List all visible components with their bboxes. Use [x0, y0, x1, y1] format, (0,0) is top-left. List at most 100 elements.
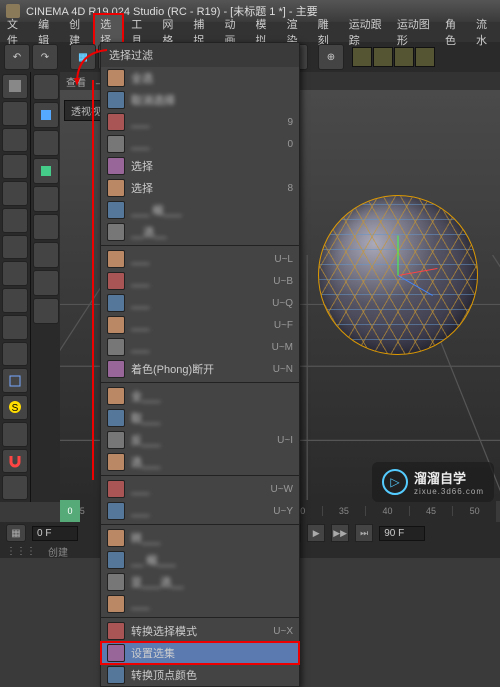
menu-item[interactable]: ___U~B: [101, 270, 299, 292]
frame-end-field[interactable]: 90 F: [379, 526, 425, 541]
menu-motiontrack[interactable]: 运动跟踪: [342, 13, 390, 51]
menu-item-shortcut: U~L: [274, 254, 293, 265]
camera-obj[interactable]: [33, 270, 59, 296]
render-region-button[interactable]: [373, 47, 393, 67]
environment[interactable]: [33, 242, 59, 268]
cube-primitive[interactable]: [33, 102, 59, 128]
menu-item[interactable]: 转换选择模式U~X: [101, 620, 299, 642]
planar-workplane[interactable]: [2, 475, 28, 500]
menu-item[interactable]: 取消选择: [101, 89, 299, 111]
deformer[interactable]: [33, 214, 59, 240]
locked-workplane[interactable]: [2, 422, 28, 447]
subdivsurf[interactable]: [33, 158, 59, 184]
picture-viewer-button[interactable]: [415, 47, 435, 67]
array-gen[interactable]: [33, 186, 59, 212]
menu-item[interactable]: ___U~M: [101, 336, 299, 358]
menu-item-label: ___: [131, 253, 268, 265]
menu-item-shortcut: 0: [287, 139, 293, 150]
menu-item[interactable]: 取___: [101, 407, 299, 429]
snap-toggle[interactable]: [2, 368, 28, 393]
model-mode[interactable]: [2, 74, 28, 99]
menu-mograph[interactable]: 运动图形: [390, 13, 438, 51]
menu-item[interactable]: ___U~Q: [101, 292, 299, 314]
viewport-solo[interactable]: [2, 342, 28, 367]
menu-item-icon: [107, 201, 125, 219]
uvpoint-mode[interactable]: [2, 288, 28, 313]
menu-item-label: ___: [131, 319, 268, 331]
menu-item[interactable]: ___0: [101, 133, 299, 155]
live-select-tool[interactable]: ▦: [70, 44, 96, 70]
watermark-logo-icon: ▷: [382, 469, 408, 495]
menu-item-icon: [107, 69, 125, 87]
view-menu-view[interactable]: 查看: [66, 74, 86, 88]
timeline-playhead[interactable]: 0: [60, 500, 80, 522]
sphere-object[interactable]: [318, 195, 478, 355]
timeline-tick: 45: [409, 506, 453, 516]
mode-column: S: [0, 72, 30, 502]
next-key-button[interactable]: ▶▶: [331, 524, 349, 542]
menu-item-icon: [107, 250, 125, 268]
menu-character[interactable]: 角色: [438, 13, 469, 51]
menu-item[interactable]: __选__: [101, 221, 299, 243]
menu-item-icon: [107, 644, 125, 662]
spline-pen[interactable]: [33, 130, 59, 156]
undo-button[interactable]: ↶: [4, 44, 30, 70]
menu-item[interactable]: ___ U~L: [101, 248, 299, 270]
tweak-mode[interactable]: [2, 315, 28, 340]
status-create-label[interactable]: 创建: [48, 544, 68, 559]
menu-item[interactable]: ___U~W: [101, 478, 299, 500]
menu-item[interactable]: ___9: [101, 111, 299, 133]
gizmo-z[interactable]: [398, 275, 433, 296]
texture-mode[interactable]: [2, 128, 28, 153]
axis-mode[interactable]: [2, 235, 28, 260]
magnet-tool[interactable]: [2, 449, 28, 474]
menu-item-label: 设置选集: [131, 645, 287, 661]
menu-item[interactable]: 全选: [101, 67, 299, 89]
menu-item-icon: [107, 360, 125, 378]
menu-item[interactable]: 选择8: [101, 177, 299, 199]
svg-text:S: S: [12, 403, 19, 414]
menu-item[interactable]: 显___选__: [101, 571, 299, 593]
light-obj[interactable]: [33, 298, 59, 324]
menu-separator: [101, 524, 299, 525]
menu-item[interactable]: 设置选集: [101, 642, 299, 664]
menu-item[interactable]: ___ 缩___: [101, 199, 299, 221]
menu-item[interactable]: 转___: [101, 527, 299, 549]
uvpoly-mode[interactable]: [2, 261, 28, 286]
menu-item-icon: [107, 595, 125, 613]
status-grid-icon: ⋮⋮⋮: [6, 546, 36, 557]
poly-mode[interactable]: [2, 208, 28, 233]
workplane[interactable]: S: [2, 395, 28, 420]
object-mode[interactable]: [2, 101, 28, 126]
menu-item[interactable]: ___U~F: [101, 314, 299, 336]
menu-item[interactable]: 全___: [101, 385, 299, 407]
menu-item-icon: [107, 666, 125, 684]
gizmo-y[interactable]: [398, 236, 399, 276]
menu-pipeline[interactable]: 流水: [469, 13, 500, 51]
menu-item-icon: [107, 223, 125, 241]
render-settings-button[interactable]: [394, 47, 414, 67]
next-frame-button[interactable]: ▶: [307, 524, 325, 542]
menu-item[interactable]: __ 缩___: [101, 549, 299, 571]
menu-separator: [101, 382, 299, 383]
menu-item[interactable]: ___: [101, 593, 299, 615]
menu-item-label: 选择: [131, 180, 281, 196]
point-mode[interactable]: [2, 154, 28, 179]
menu-item[interactable]: ___U~Y: [101, 500, 299, 522]
coord-system[interactable]: ⊕: [318, 44, 344, 70]
render-view-button[interactable]: [352, 47, 372, 67]
edge-mode[interactable]: [2, 181, 28, 206]
frame-start-field[interactable]: 0 F: [32, 526, 78, 541]
goto-end-button[interactable]: ⏭: [355, 524, 373, 542]
menu-item-label: 选___: [131, 454, 287, 470]
menu-item[interactable]: 反___U~I: [101, 429, 299, 451]
menu-item-label: ___: [131, 275, 267, 287]
gizmo-x[interactable]: [398, 268, 438, 276]
make-editable[interactable]: [33, 74, 59, 100]
menu-item[interactable]: 选___: [101, 451, 299, 473]
menu-item[interactable]: 转换顶点颜色: [101, 664, 299, 686]
redo-button[interactable]: ↷: [32, 44, 58, 70]
menu-item[interactable]: 选择: [101, 155, 299, 177]
menu-item[interactable]: 着色(Phong)断开U~N: [101, 358, 299, 380]
dropdown-header[interactable]: 选择过滤: [101, 43, 299, 67]
